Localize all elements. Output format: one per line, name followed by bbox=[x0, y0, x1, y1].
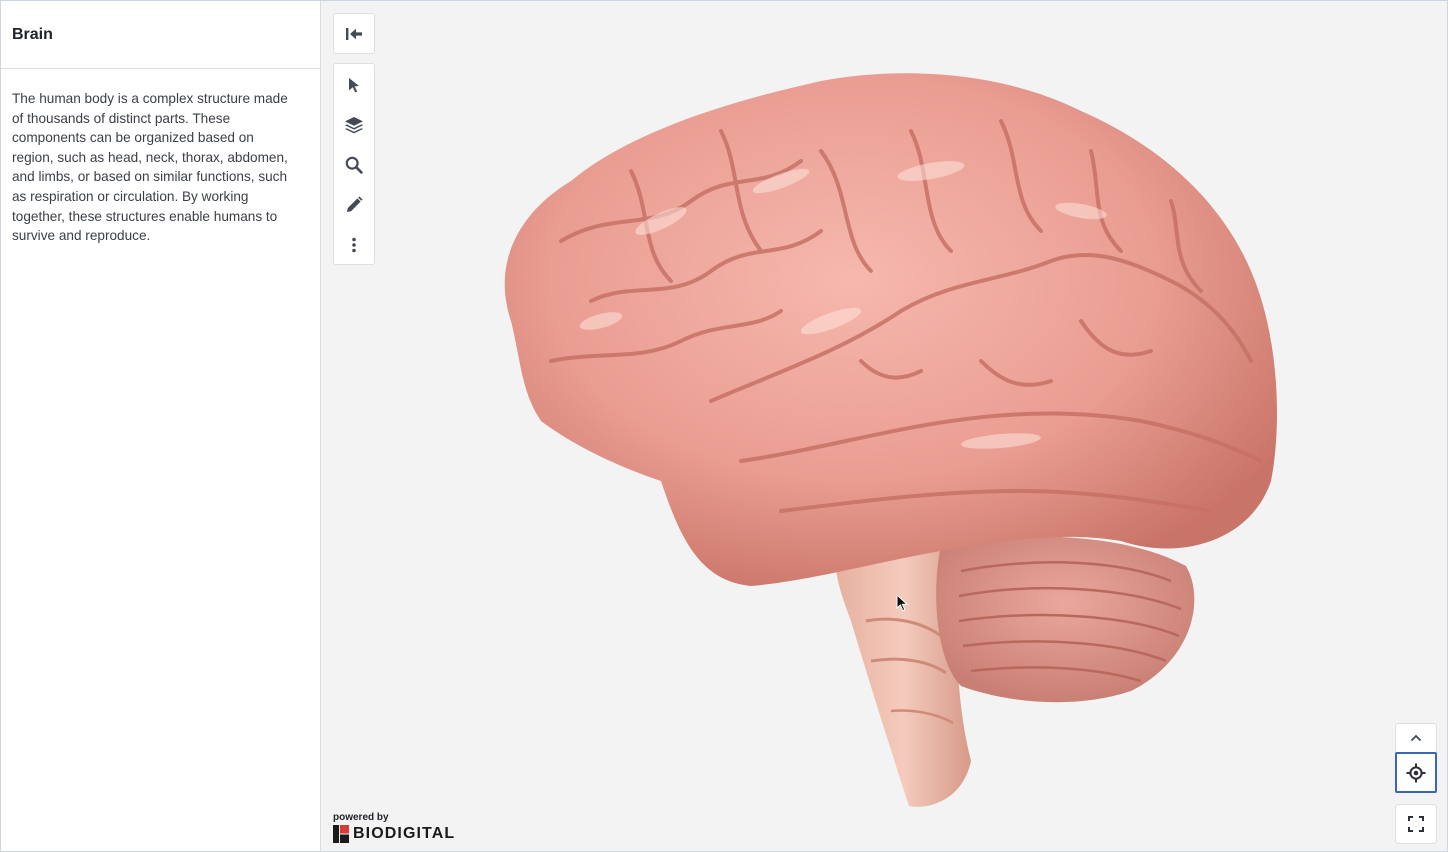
expand-controls-button[interactable] bbox=[1395, 723, 1437, 752]
draw-tool-button[interactable] bbox=[334, 185, 374, 225]
collapse-panel-icon bbox=[346, 27, 362, 40]
recenter-button[interactable] bbox=[1395, 752, 1437, 793]
more-options-icon bbox=[352, 237, 356, 253]
chevron-up-icon bbox=[1410, 734, 1422, 742]
brain-illustration bbox=[504, 73, 1277, 807]
more-tools-button[interactable] bbox=[334, 225, 374, 265]
select-icon bbox=[349, 78, 359, 93]
layers-tool-button[interactable] bbox=[334, 105, 374, 145]
camera-controls bbox=[1395, 723, 1437, 793]
mouse-cursor bbox=[896, 593, 909, 617]
structure-description: The human body is a complex structure ma… bbox=[12, 91, 288, 244]
fullscreen-icon bbox=[1408, 816, 1424, 832]
brain-model[interactable] bbox=[481, 61, 1281, 821]
sidebar-header: Brain bbox=[1, 1, 320, 69]
info-sidebar: Brain The human body is a complex struct… bbox=[1, 1, 321, 851]
crosshair-icon bbox=[1406, 763, 1426, 782]
pointer-icon bbox=[896, 593, 909, 612]
collapse-sidebar-button[interactable] bbox=[333, 13, 375, 54]
layers-icon bbox=[345, 117, 363, 134]
structure-title: Brain bbox=[12, 25, 53, 43]
app-frame: Brain The human body is a complex struct… bbox=[0, 0, 1448, 852]
tool-menu bbox=[333, 63, 375, 265]
brand-name: BIODIGITAL bbox=[353, 825, 456, 842]
select-tool-button[interactable] bbox=[334, 65, 374, 105]
powered-by-branding[interactable]: powered by BIODIGITAL bbox=[333, 812, 455, 843]
biodigital-logo-icon bbox=[333, 825, 349, 843]
fullscreen-button[interactable] bbox=[1395, 804, 1437, 844]
powered-by-label: powered by bbox=[333, 812, 389, 823]
3d-viewer[interactable]: powered by BIODIGITAL bbox=[321, 1, 1447, 851]
biodigital-logo: BIODIGITAL bbox=[333, 825, 455, 843]
search-tool-button[interactable] bbox=[334, 145, 374, 185]
draw-icon bbox=[347, 196, 363, 212]
search-icon bbox=[345, 156, 363, 174]
